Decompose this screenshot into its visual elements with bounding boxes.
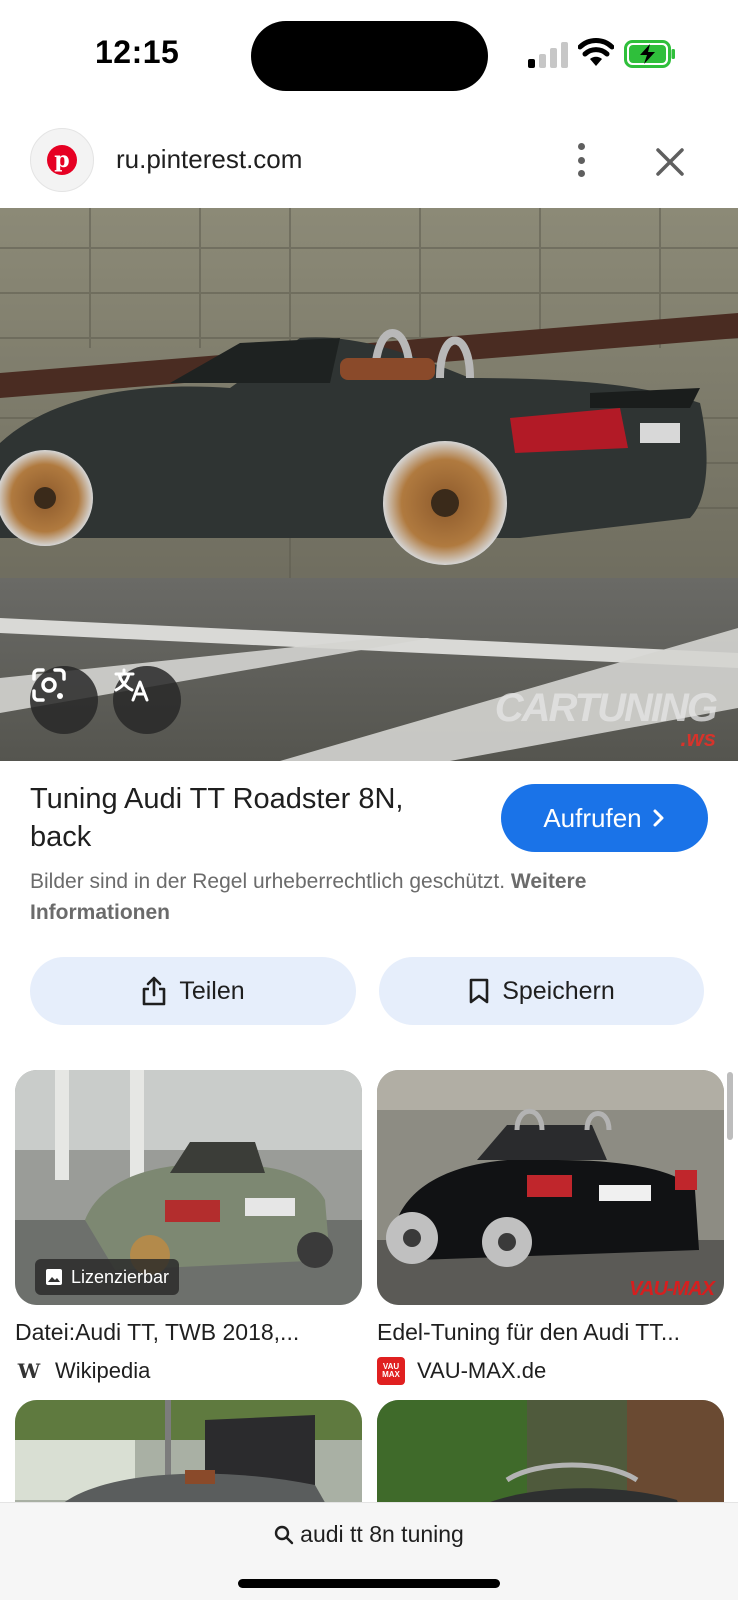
licensable-badge: Lizenzierbar — [35, 1259, 180, 1295]
related-image[interactable] — [377, 1400, 724, 1502]
scrollbar-thumb[interactable] — [727, 1072, 733, 1140]
bookmark-icon — [469, 978, 489, 1004]
visit-button[interactable]: Aufrufen — [501, 784, 708, 852]
related-source-name: VAU-MAX.de — [417, 1358, 547, 1383]
google-lens-button[interactable] — [30, 666, 98, 734]
search-icon — [274, 1525, 294, 1544]
translate-icon — [114, 668, 149, 702]
wikipedia-icon: W — [17, 1359, 41, 1383]
copyright-text: Bilder sind in der Regel urheberrechtlic… — [30, 870, 511, 893]
copyright-notice: Bilder sind in der Regel urheberrechtlic… — [30, 866, 700, 928]
related-title[interactable]: Datei:Audi TT, TWB 2018,... — [15, 1319, 362, 1346]
related-source-name: Wikipedia — [55, 1358, 151, 1383]
wifi-icon — [578, 38, 614, 66]
status-bar: 12:15 — [0, 0, 738, 110]
related-image[interactable] — [15, 1400, 362, 1502]
car-photo — [0, 208, 738, 761]
image-watermark: CARTUNING .ws — [494, 686, 718, 751]
translate-button[interactable] — [113, 666, 181, 734]
hero-image[interactable]: CARTUNING .ws — [0, 208, 738, 761]
dynamic-island — [251, 21, 488, 91]
pinterest-icon[interactable]: p — [30, 128, 94, 192]
search-query[interactable]: audi tt 8n tuning — [0, 1521, 738, 1548]
google-lens-icon — [32, 668, 66, 702]
related-source[interactable]: W Wikipedia — [15, 1356, 151, 1386]
more-vert-icon[interactable] — [566, 138, 596, 182]
signal-icon — [528, 42, 568, 68]
related-card[interactable] — [15, 1400, 362, 1502]
related-card[interactable] — [377, 1400, 724, 1502]
image-watermark: VAU-MAX — [629, 1278, 715, 1300]
chevron-right-icon — [653, 809, 664, 827]
share-label: Teilen — [179, 976, 245, 1005]
bottom-search-bar[interactable]: audi tt 8n tuning — [0, 1502, 738, 1600]
image-icon — [46, 1269, 62, 1285]
related-title[interactable]: Edel-Tuning für den Audi TT... — [377, 1319, 724, 1346]
battery-charging-icon — [624, 40, 675, 68]
close-icon[interactable] — [650, 142, 690, 182]
browser-url-bar: p ru.pinterest.com — [0, 118, 738, 208]
save-label: Speichern — [502, 976, 615, 1005]
save-button[interactable]: Speichern — [379, 957, 704, 1025]
search-query-text: audi tt 8n tuning — [300, 1521, 464, 1547]
related-image[interactable]: VAU-MAX — [377, 1070, 724, 1305]
status-time: 12:15 — [95, 34, 180, 70]
related-source[interactable]: VAU MAX VAU-MAX.de — [377, 1356, 546, 1386]
related-card[interactable]: VAU-MAX Edel-Tuning für den Audi TT... V… — [377, 1070, 724, 1390]
share-icon — [143, 976, 166, 1006]
share-button[interactable]: Teilen — [30, 957, 356, 1025]
result-title: Tuning Audi TT Roadster 8N, back — [30, 783, 404, 853]
vau-max-icon: VAU MAX — [377, 1357, 405, 1385]
visit-button-label: Aufrufen — [543, 802, 642, 833]
url-text[interactable]: ru.pinterest.com — [116, 144, 302, 175]
licensable-label: Lizenzierbar — [71, 1266, 170, 1287]
related-card[interactable]: Lizenzierbar Datei:Audi TT, TWB 2018,...… — [15, 1070, 362, 1390]
home-indicator[interactable] — [238, 1579, 500, 1588]
related-image[interactable]: Lizenzierbar — [15, 1070, 362, 1305]
